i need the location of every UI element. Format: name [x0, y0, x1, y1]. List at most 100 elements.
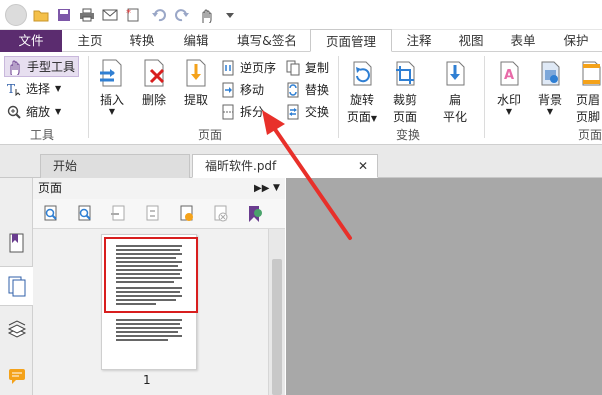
doc-tab-start[interactable]: 开始	[40, 154, 190, 178]
swap-page-button[interactable]: 交换	[285, 103, 329, 120]
background-dropdown-icon: ▼	[546, 107, 554, 116]
move-page-label: 移动	[240, 83, 265, 97]
close-tab-icon[interactable]: ✕	[358, 155, 368, 177]
expand-panel-icon[interactable]: ▶▶	[254, 178, 269, 199]
flatten-label-line1: 扁	[448, 93, 461, 107]
email-icon[interactable]	[101, 6, 119, 24]
svg-text:A: A	[504, 68, 514, 83]
delete-page-button[interactable]: 删除	[136, 58, 172, 108]
replace-page-icon	[285, 82, 301, 98]
background-icon	[535, 58, 565, 88]
page-number-label: 1	[143, 373, 151, 387]
hand-tool-label: 手型工具	[27, 60, 76, 74]
hand-tool-button[interactable]: 手型工具	[4, 56, 80, 77]
crop-page-button[interactable]: 裁剪 页面	[386, 58, 424, 125]
header-footer-label-line2: 页脚	[576, 110, 601, 124]
delete-page-icon	[139, 58, 169, 88]
watermark-label: 水印	[496, 93, 521, 107]
save-icon[interactable]	[55, 6, 73, 24]
extract-page-icon	[181, 58, 211, 88]
tab-convert[interactable]: 转换	[118, 30, 166, 52]
tab-page-management[interactable]: 页面管理	[310, 29, 392, 52]
comments-panel-button[interactable]	[0, 356, 33, 395]
extract-thumbnail-icon[interactable]	[178, 205, 196, 223]
doc-tab-pdf[interactable]: 福昕软件.pdf ✕	[192, 154, 378, 178]
flatten-page-button[interactable]: 扁 平化	[436, 58, 474, 125]
open-folder-icon[interactable]	[32, 6, 50, 24]
tab-protect[interactable]: 保护	[553, 30, 599, 52]
tools-group-label: 工具	[30, 128, 55, 142]
page-thumbnail[interactable]	[101, 234, 198, 370]
zoom-icon	[6, 104, 22, 120]
insert-thumbnail-icon[interactable]	[110, 205, 128, 223]
print-icon[interactable]	[78, 6, 96, 24]
flatten-page-icon	[440, 58, 470, 88]
select-tool-label: 选择	[26, 82, 51, 96]
tab-home[interactable]: 主页	[66, 30, 114, 52]
group-divider	[88, 56, 89, 138]
scrollbar-thumb[interactable]	[272, 259, 282, 395]
reverse-order-button[interactable]: 逆页序	[220, 59, 276, 76]
pages-icon	[8, 276, 25, 297]
flatten-label-line2: 平化	[442, 110, 467, 124]
svg-text:T: T	[7, 82, 15, 96]
replace-page-button[interactable]: 替换	[285, 81, 329, 98]
layers-icon	[7, 320, 26, 338]
bookmark-panel-button[interactable]	[0, 223, 33, 263]
tab-comment[interactable]: 注释	[396, 30, 442, 52]
page-properties-icon[interactable]	[246, 205, 264, 223]
document-view[interactable]	[286, 178, 602, 395]
split-page-button[interactable]: 拆分	[220, 103, 264, 120]
tab-form[interactable]: 表单	[500, 30, 546, 52]
undo-icon[interactable]	[150, 6, 168, 24]
crop-label-line1: 裁剪	[392, 93, 417, 107]
move-page-button[interactable]: 移动	[220, 81, 264, 98]
copy-page-button[interactable]: 复制	[285, 59, 329, 76]
doc-tab-pdf-label: 福昕软件.pdf	[205, 159, 277, 173]
insert-page-button[interactable]: 插入 ▼	[94, 58, 130, 116]
transform-group-label: 变换	[396, 128, 421, 142]
hand-dropdown-icon[interactable]	[198, 6, 216, 24]
pages-panel-button[interactable]	[0, 266, 33, 306]
header-footer-button[interactable]: 页眉 页脚	[572, 58, 602, 125]
customize-icon[interactable]	[221, 6, 239, 24]
extract-page-label: 提取	[183, 93, 208, 107]
panel-menu-icon[interactable]: ▼	[273, 178, 280, 199]
bookmark-icon	[9, 233, 23, 253]
thumbnail-scrollbar[interactable]	[268, 229, 285, 395]
swap-page-icon	[285, 104, 301, 120]
group-divider	[338, 56, 339, 138]
selection-highlight	[104, 237, 198, 313]
enlarge-thumbnail-icon[interactable]	[42, 205, 60, 223]
delete-page-label: 删除	[141, 93, 166, 107]
pages-panel: 页面 ▶▶ ▼ 1	[33, 178, 285, 395]
navigation-sidebar	[0, 178, 33, 395]
layers-panel-button[interactable]	[0, 310, 33, 350]
hand-icon	[7, 59, 23, 75]
pages-panel-header: 页面 ▶▶ ▼	[33, 178, 285, 199]
redo-icon[interactable]	[173, 6, 191, 24]
page-marks-group-label: 页面标	[578, 128, 602, 142]
new-doc-icon[interactable]: *	[124, 6, 142, 24]
pages-panel-toolbar	[33, 199, 285, 229]
rotate-page-button[interactable]: 旋转 页面▼	[343, 58, 381, 125]
pages-panel-title: 页面	[38, 181, 63, 195]
comment-icon	[8, 369, 25, 384]
tab-edit[interactable]: 编辑	[170, 30, 222, 52]
zoom-tool-button[interactable]: 缩放 ▼	[6, 103, 61, 120]
extract-page-button[interactable]: 提取	[178, 58, 214, 108]
background-button[interactable]: 背景 ▼	[531, 58, 569, 116]
tab-view[interactable]: 视图	[448, 30, 494, 52]
document-tab-bar: 开始 福昕软件.pdf ✕	[0, 145, 602, 178]
watermark-button[interactable]: A 水印 ▼	[490, 58, 528, 116]
shrink-thumbnail-icon[interactable]	[76, 205, 94, 223]
select-text-icon: T	[6, 81, 22, 97]
tab-fill-sign[interactable]: 填写&签名	[226, 30, 308, 52]
delete-thumbnail-icon[interactable]	[212, 205, 230, 223]
crop-page-icon	[390, 58, 420, 88]
tab-file[interactable]: 文件	[0, 30, 62, 52]
app-menu-icon[interactable]	[5, 4, 27, 26]
select-tool-button[interactable]: T 选择 ▼	[6, 80, 61, 97]
replace-thumbnail-icon[interactable]	[144, 205, 162, 223]
copy-page-icon	[285, 60, 301, 76]
